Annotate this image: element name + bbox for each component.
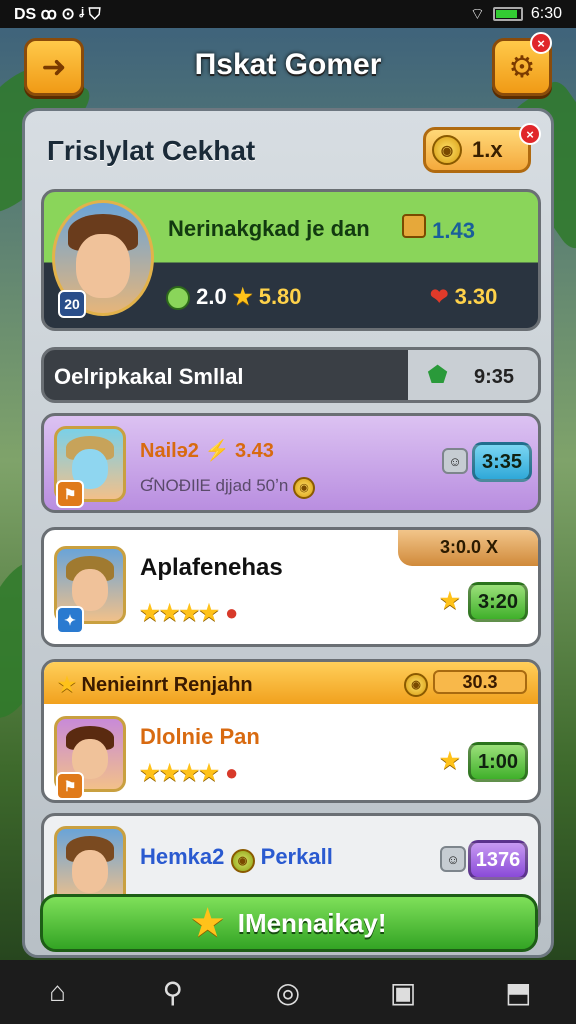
cta-button[interactable]: ★ IMennaikay!	[40, 894, 538, 952]
back-button[interactable]: ➜	[24, 38, 84, 96]
featured-rating: ❤ 3.30	[430, 284, 497, 310]
bottom-entry-name-text: Hemka2	[140, 844, 225, 869]
lightning-icon: ⚡	[204, 440, 230, 462]
search-bar[interactable]: Oelripkakal Smllal ⬟ 9:35	[41, 347, 541, 403]
coin-icon: ◉	[432, 135, 462, 165]
page-title: Πskat Gomer	[194, 48, 382, 81]
level-badge: ⚑	[56, 772, 84, 800]
section-card[interactable]: ★ Nenieinrt Renjahn ◉ 30.3 ⚑ Dlolnie Pan…	[41, 659, 541, 803]
featured-coins: 2.0	[196, 284, 227, 309]
clock: 6:30	[530, 5, 562, 22]
coin-icon: ◉	[404, 672, 428, 697]
bottom-entry-name2: Perkall	[260, 844, 333, 869]
circle-icon[interactable]: ◎	[268, 976, 308, 1009]
coin-icon: ◉	[293, 476, 316, 499]
entry-button[interactable]: 3:20	[468, 582, 528, 622]
list-item[interactable]: ✦ 3:0.0 X Aplafenehas ★★★★ ● ★ 3:20	[41, 527, 541, 647]
star-icon: ★	[58, 674, 76, 696]
status-bar: DS ꝏ ⊙ ᶨ ⛉ ⌔ 6:30	[0, 0, 576, 28]
entry-tag: 3:0.0 X	[440, 537, 499, 557]
section-entry-rating: ★★★★ ●	[140, 760, 238, 786]
entry-rating: ★★★★ ●	[140, 600, 238, 626]
section-value: ◉ 30.3	[404, 670, 528, 697]
star-icon: ★	[232, 284, 253, 309]
featured-chest: 1.43	[402, 214, 475, 244]
gear-icon: ⚙	[508, 50, 536, 84]
entry-name-text: Nailə2	[140, 440, 199, 462]
star-icon: ★	[440, 748, 460, 773]
featured-stars: 5.80	[258, 284, 302, 309]
star-icon: ★	[440, 588, 460, 613]
section-value-text: 30.3	[433, 670, 528, 694]
panel-title: Γrislylat Cekhat	[47, 135, 256, 166]
search-bar-value: 9:35	[474, 366, 515, 388]
search-bar-text: Oelripkakal Smllal	[54, 364, 244, 389]
heart-icon: ●	[225, 600, 239, 625]
back-arrow-icon: ➜	[41, 50, 67, 84]
bottom-entry-name: Hemka2 ◉ Perkall	[140, 844, 333, 873]
share-icon[interactable]: ⬒	[498, 976, 538, 1009]
bottom-entry-button[interactable]: 1376	[468, 840, 528, 880]
entry-value: 3.43	[234, 440, 274, 462]
entry-sub: ƓNOƉIlE djjad 50ʼn ◉	[140, 476, 316, 499]
status-icons: DS ꝏ ⊙ ᶨ ⛉	[14, 6, 101, 23]
coin-icon: ◉	[230, 848, 255, 873]
multiplier-chip[interactable]: ◉ 1.x	[423, 127, 531, 173]
map-pin-icon[interactable]: ⚲	[153, 976, 193, 1009]
cta-label: IMennaikay!	[237, 907, 387, 938]
bottom-nav: ⌂ ⚲ ◎ ▣ ⬒	[0, 960, 576, 1024]
featured-name: Nerinakgkad je dan	[168, 216, 370, 241]
featured-card[interactable]: 20 Nerinakgkad je dan 1.43 2.0 ★ 5.80 ❤ …	[41, 189, 541, 331]
entry-name: Aplafenehas	[140, 554, 283, 581]
entry-name: Nailə2 ⚡ 3.43	[140, 438, 274, 463]
level-badge: 20	[58, 290, 86, 318]
section-title-text: Nenieinrt Renjahn	[81, 674, 253, 696]
home-icon[interactable]: ⌂	[38, 976, 78, 1008]
level-badge: ⚑	[56, 480, 84, 508]
chat-icon[interactable]: ▣	[383, 976, 423, 1009]
multiplier-value: 1.x	[472, 137, 503, 162]
level-badge: ✦	[56, 606, 84, 634]
battery-icon	[492, 7, 523, 21]
settings-badge: ×	[530, 32, 552, 54]
section-entry-button[interactable]: 1:00	[468, 742, 528, 782]
shield-icon: ⬟	[428, 362, 448, 387]
hex-icon: ☺	[440, 846, 466, 872]
list-item[interactable]: ⚑ Nailə2 ⚡ 3.43 ƓNOƉIlE djjad 50ʼn ◉ ☺ 3…	[41, 413, 541, 513]
featured-value: 1.43	[432, 218, 475, 243]
entry-sub-text: ƓNOƉIlE djjad 50ʼn	[140, 476, 289, 495]
star-icon: ★	[191, 902, 224, 943]
rating-stars: ★★★★	[140, 760, 219, 785]
featured-stats: 2.0 ★ 5.80	[166, 284, 302, 311]
section-entry-name: Dlolnie Pan	[140, 724, 260, 749]
entry-button[interactable]: 3:35	[472, 442, 532, 482]
close-badge[interactable]: ×	[519, 123, 541, 145]
hex-icon: ☺	[442, 448, 468, 474]
heart-icon: ❤	[430, 284, 449, 309]
section-title: ★ Nenieinrt Renjahn	[58, 672, 253, 697]
chest-icon	[402, 214, 426, 238]
main-panel: Γrislylat Cekhat ◉ 1.x × 20 Nerinakgkad j…	[22, 108, 554, 958]
gem-icon	[166, 286, 190, 311]
wifi-icon: ⌔	[469, 6, 485, 23]
rating-stars: ★★★★	[140, 600, 219, 625]
featured-rating-value: 3.30	[454, 284, 498, 309]
heart-icon: ●	[225, 760, 239, 785]
